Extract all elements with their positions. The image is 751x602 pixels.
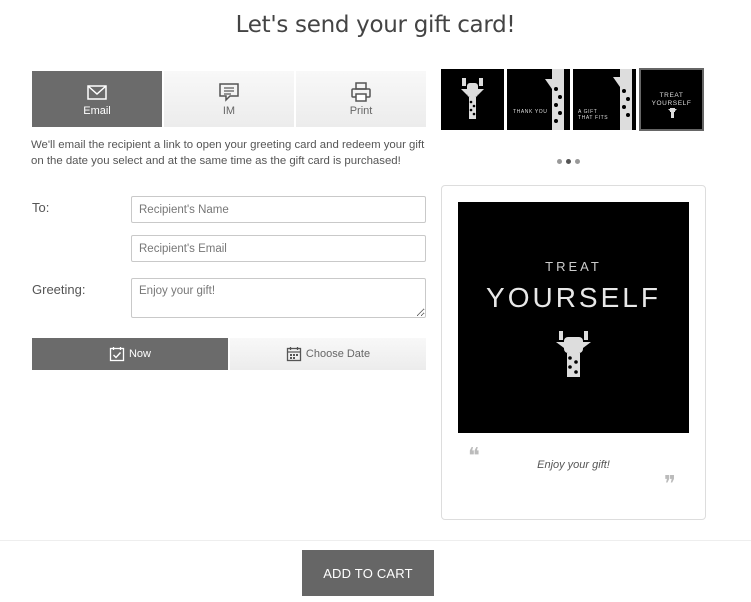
delivery-tabs: Email IM Print: [32, 71, 426, 127]
carousel-dot[interactable]: [575, 159, 580, 164]
design-thumbnail[interactable]: THANK YOU: [507, 69, 570, 130]
tab-print[interactable]: Print: [294, 71, 426, 127]
calendar-check-icon: [109, 347, 125, 362]
design-thumbnail[interactable]: [441, 69, 504, 130]
giraffe-icon: [461, 78, 484, 119]
tab-im-label: IM: [222, 104, 236, 117]
chat-icon: [219, 82, 239, 102]
design-thumbnail-selected[interactable]: TREAT YOURSELF: [639, 68, 704, 131]
tab-email-label: Email: [83, 104, 111, 117]
quote-close-icon: ❞: [664, 472, 676, 497]
recipient-email-input[interactable]: [131, 235, 426, 262]
carousel-dot-active[interactable]: [566, 159, 571, 164]
delivery-description: We'll email the recipient a link to open…: [31, 139, 425, 167]
card-preview-image: TREAT YOURSELF: [458, 202, 689, 433]
tab-im[interactable]: IM: [162, 71, 294, 127]
add-to-cart-button[interactable]: ADD TO CART: [302, 550, 434, 596]
envelope-icon: [87, 84, 107, 100]
design-thumbnail[interactable]: A GIFT THAT FITS: [573, 69, 636, 130]
greeting-preview: Enjoy your gift!: [537, 459, 610, 471]
greeting-textarea[interactable]: [131, 278, 426, 318]
to-label: To:: [32, 200, 50, 215]
printer-icon: [351, 81, 371, 102]
recipient-name-input[interactable]: [131, 196, 426, 223]
choose-date-button[interactable]: Choose Date: [230, 338, 426, 370]
tab-email[interactable]: Email: [32, 71, 162, 127]
page-title: Let's send your gift card!: [235, 12, 516, 38]
thumbnail-text: THANK YOU: [513, 109, 548, 115]
tab-print-label: Print: [349, 104, 373, 117]
giraffe-icon: [668, 108, 677, 118]
greeting-label: Greeting:: [32, 282, 86, 297]
carousel-dots: [557, 159, 584, 164]
footer-bar: ADD TO CART: [0, 540, 751, 602]
thumbnail-text: A GIFT THAT FITS: [578, 109, 609, 121]
design-thumbnails: THANK YOU A GIFT THAT FITS TREAT YOURSEL…: [441, 68, 707, 131]
card-preview: TREAT YOURSELF ❝ Enjoy your gift! ❞: [441, 185, 706, 520]
delivery-time-toggle: Now Choose Date: [32, 338, 426, 370]
giraffe-icon: [545, 69, 564, 130]
calendar-icon: [286, 347, 302, 362]
now-label: Now: [128, 348, 151, 360]
giraffe-icon: [556, 331, 591, 377]
carousel-dot[interactable]: [557, 159, 562, 164]
now-button[interactable]: Now: [32, 338, 228, 370]
choose-date-label: Choose Date: [305, 348, 371, 360]
